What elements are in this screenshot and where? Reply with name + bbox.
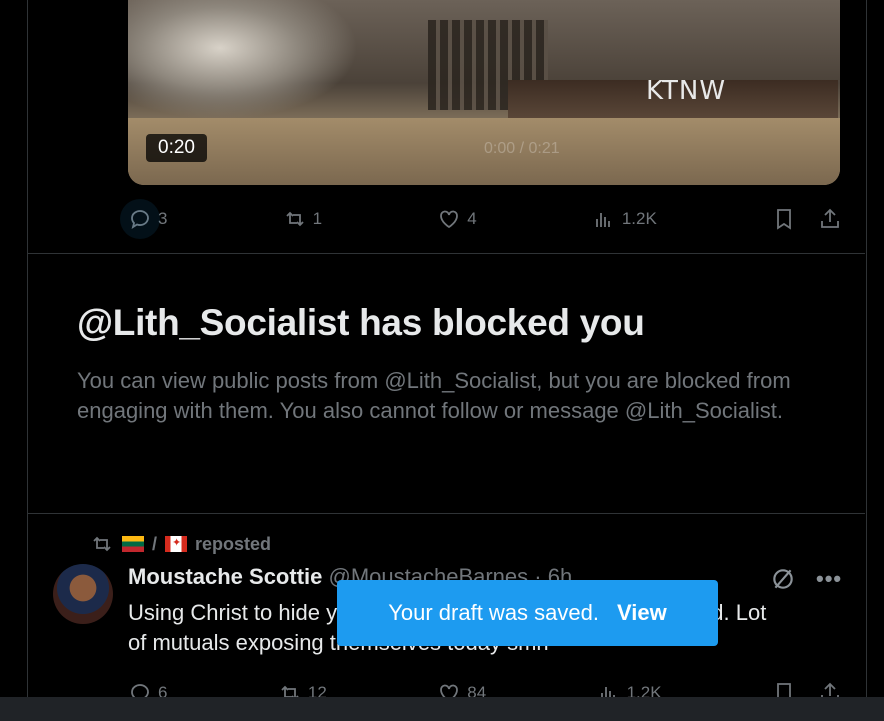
views-count: 1.2K [621,209,657,228]
repost-button[interactable]: 1 [283,207,322,231]
canada-flag-icon [165,536,188,552]
author-name[interactable]: Moustache Scottie [128,564,322,589]
video-ghost-timestamp: 0:00 / 0:21 [484,140,560,157]
blocked-title: @Lith_Socialist has blocked you [77,302,645,343]
draft-saved-toast: Your draft was saved. View [337,580,718,646]
post-action-bar: 3 1 4 1.2K [119,199,842,239]
more-options-icon[interactable]: ••• [816,566,842,592]
divider [28,513,865,514]
video-duration-badge: 0:20 [146,134,207,162]
lithuania-flag-icon [122,536,144,552]
toast-message: Your draft was saved. [388,600,599,625]
share-icon[interactable] [818,207,842,231]
channel-logo: KTNW [646,76,727,106]
divider [28,253,865,254]
toast-view-button[interactable]: View [617,600,667,626]
repost-count: 1 [312,209,323,228]
repost-separator: / [152,533,158,554]
video-frame-figure [128,0,358,120]
views-icon [595,213,610,227]
post-header-actions: ••• [770,566,842,592]
bookmark-icon[interactable] [772,207,796,231]
repost-icon [285,211,304,227]
blocked-description: You can view public posts from @Lith_Soc… [77,368,791,423]
reply-count: 3 [158,209,168,228]
like-count: 4 [467,209,477,228]
post-secondary-actions [772,207,842,231]
views-button[interactable]: 1.2K [592,207,657,231]
avatar[interactable] [53,564,113,624]
repost-label: reposted [195,533,272,554]
reply-button[interactable]: 3 [119,199,168,239]
repost-icon [93,536,111,552]
repost-indicator[interactable]: / reposted [90,532,271,556]
grok-icon[interactable] [770,566,796,592]
reply-icon [131,210,149,229]
bottom-bar [0,697,884,721]
video-player[interactable]: KTNW 0:00 / 0:21 0:20 [128,0,840,185]
like-button[interactable]: 4 [437,207,477,231]
like-icon [440,210,459,229]
